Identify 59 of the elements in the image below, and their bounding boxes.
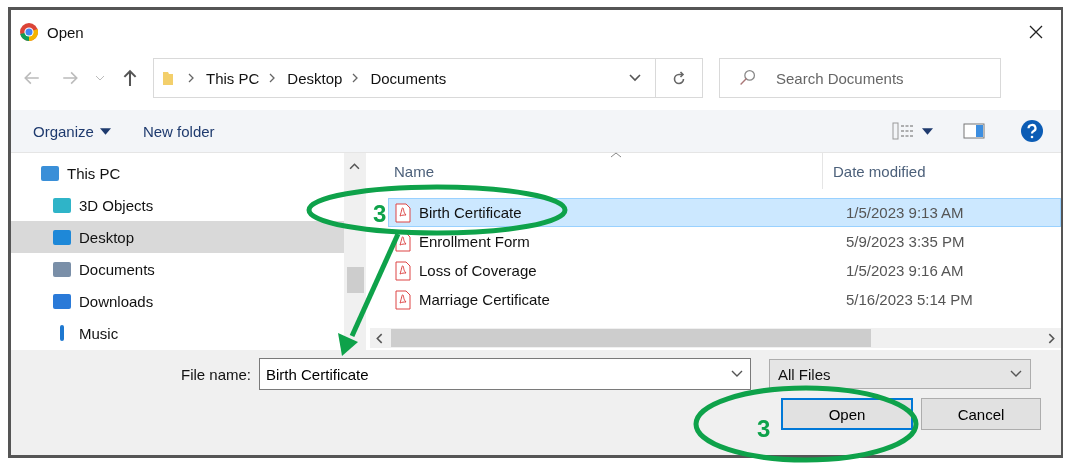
file-name: Birth Certificate xyxy=(419,204,522,221)
scroll-left-icon[interactable] xyxy=(376,332,383,344)
file-date: 5/16/2023 5:14 PM xyxy=(846,291,973,308)
caret-icon[interactable] xyxy=(922,127,933,135)
tree-item[interactable]: 3D Objects xyxy=(11,189,344,221)
open-button[interactable]: Open xyxy=(781,398,913,430)
preview-pane-icon[interactable] xyxy=(963,123,985,139)
file-name-label: File name: xyxy=(181,365,252,383)
scroll-up-icon[interactable] xyxy=(349,163,360,170)
close-icon[interactable] xyxy=(1029,25,1043,39)
search-icon xyxy=(739,69,756,86)
tree-item[interactable]: Downloads xyxy=(11,285,344,317)
scrollbar-thumb[interactable] xyxy=(391,329,871,347)
tree-item[interactable]: This PC xyxy=(11,157,344,189)
breadcrumb[interactable]: Documents xyxy=(370,69,447,87)
chevron-icon xyxy=(352,73,359,83)
file-name-field[interactable]: Birth Certificate xyxy=(259,358,752,390)
scroll-right-icon[interactable] xyxy=(1048,332,1055,344)
file-date: 1/5/2023 9:16 AM xyxy=(846,262,964,279)
browser-logo-icon xyxy=(19,22,39,42)
step-number: 3 xyxy=(757,415,771,442)
cancel-button[interactable]: Cancel xyxy=(921,398,1041,430)
file-type-dropdown[interactable]: All Files xyxy=(769,359,1032,389)
breadcrumb[interactable]: Desktop xyxy=(287,69,343,87)
chevron-icon xyxy=(188,73,194,83)
breadcrumb[interactable]: This PC xyxy=(206,69,260,87)
file-row[interactable]: Birth Certificate 1/5/2023 9:13 AM xyxy=(388,198,1061,227)
step-number: 3 xyxy=(373,200,387,227)
new-folder-button[interactable]: New folder xyxy=(130,118,227,144)
file-name: Enrollment Form xyxy=(419,233,530,250)
tree-item[interactable]: Music xyxy=(11,317,344,349)
file-date: 1/5/2023 9:13 AM xyxy=(846,204,964,221)
window-title: Open xyxy=(47,23,85,41)
tree-item[interactable]: Desktop xyxy=(11,221,344,253)
file-row[interactable]: Enrollment Form 5/9/2023 3:35 PM xyxy=(388,227,1061,256)
file-row[interactable]: Loss of Coverage 1/5/2023 9:16 AM xyxy=(388,256,1061,285)
search-field[interactable]: Search Documents xyxy=(719,58,1001,98)
organize-menu-button[interactable]: Organize xyxy=(21,118,123,144)
dropdown-chevron-icon[interactable] xyxy=(731,370,744,378)
dropdown-chevron-icon xyxy=(1010,370,1023,378)
address-bar[interactable]: This PC Desktop Documents xyxy=(153,58,703,98)
up-arrow-icon[interactable] xyxy=(121,69,139,87)
file-name: Loss of Coverage xyxy=(419,262,537,279)
file-name: Marriage Certificate xyxy=(419,291,550,308)
folder-icon xyxy=(162,70,174,86)
column-header[interactable]: Name xyxy=(370,162,822,180)
pdf-file-icon xyxy=(395,202,411,223)
file-row[interactable]: Marriage Certificate 5/16/2023 5:14 PM xyxy=(388,285,1061,314)
dropdown-chevron-icon[interactable] xyxy=(629,74,641,82)
file-date: 5/9/2023 3:35 PM xyxy=(846,233,965,250)
chevron-icon xyxy=(269,73,276,83)
pdf-file-icon xyxy=(395,260,411,281)
column-header[interactable]: Date modified xyxy=(822,153,926,189)
help-icon[interactable] xyxy=(1021,120,1043,142)
caret-icon xyxy=(99,127,111,135)
refresh-icon xyxy=(671,70,687,86)
tree-item[interactable]: Documents xyxy=(11,253,344,285)
pdf-file-icon xyxy=(395,289,411,310)
scrollbar-thumb[interactable] xyxy=(347,267,364,293)
